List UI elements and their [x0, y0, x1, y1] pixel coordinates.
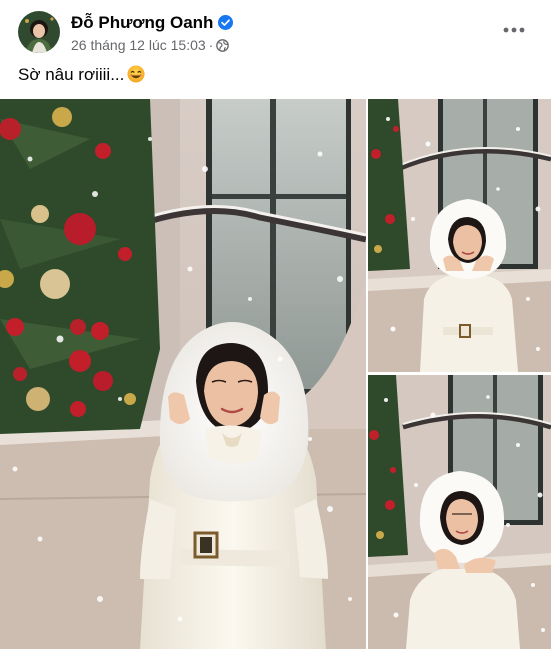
post-caption: Sờ nâu rơiiii... — [18, 65, 145, 85]
verified-badge-icon — [218, 15, 234, 30]
author-name[interactable]: Đỗ Phương Oanh — [71, 13, 213, 32]
avatar-photo — [18, 11, 60, 53]
post-photo-bottom-right[interactable] — [368, 375, 551, 649]
post-timestamp[interactable]: 26 tháng 12 lúc 15:03 — [71, 37, 206, 53]
photo-woman-catching-snow-bottom — [368, 375, 551, 649]
meta-separator: · — [208, 37, 214, 53]
author-name-row: Đỗ Phương Oanh — [71, 13, 234, 33]
facebook-post: Đỗ Phương Oanh 26 tháng 12 lúc 15:03 · Sờ… — [0, 0, 551, 649]
more-options-icon[interactable] — [498, 18, 530, 42]
post-meta: 26 tháng 12 lúc 15:03 · — [71, 37, 230, 53]
post-photo-main[interactable] — [0, 99, 366, 649]
post-header: Đỗ Phương Oanh 26 tháng 12 lúc 15:03 · — [0, 0, 551, 62]
caption-text: Sờ nâu rơiiii... — [18, 65, 125, 84]
photo-woman-in-white-hooded-coat — [0, 99, 366, 649]
globe-icon[interactable] — [216, 39, 230, 52]
post-photo-top-right[interactable] — [368, 99, 551, 372]
author-avatar[interactable] — [18, 11, 60, 53]
photo-woman-catching-snow-top — [368, 99, 551, 372]
smiling-emoji-icon — [127, 65, 145, 83]
